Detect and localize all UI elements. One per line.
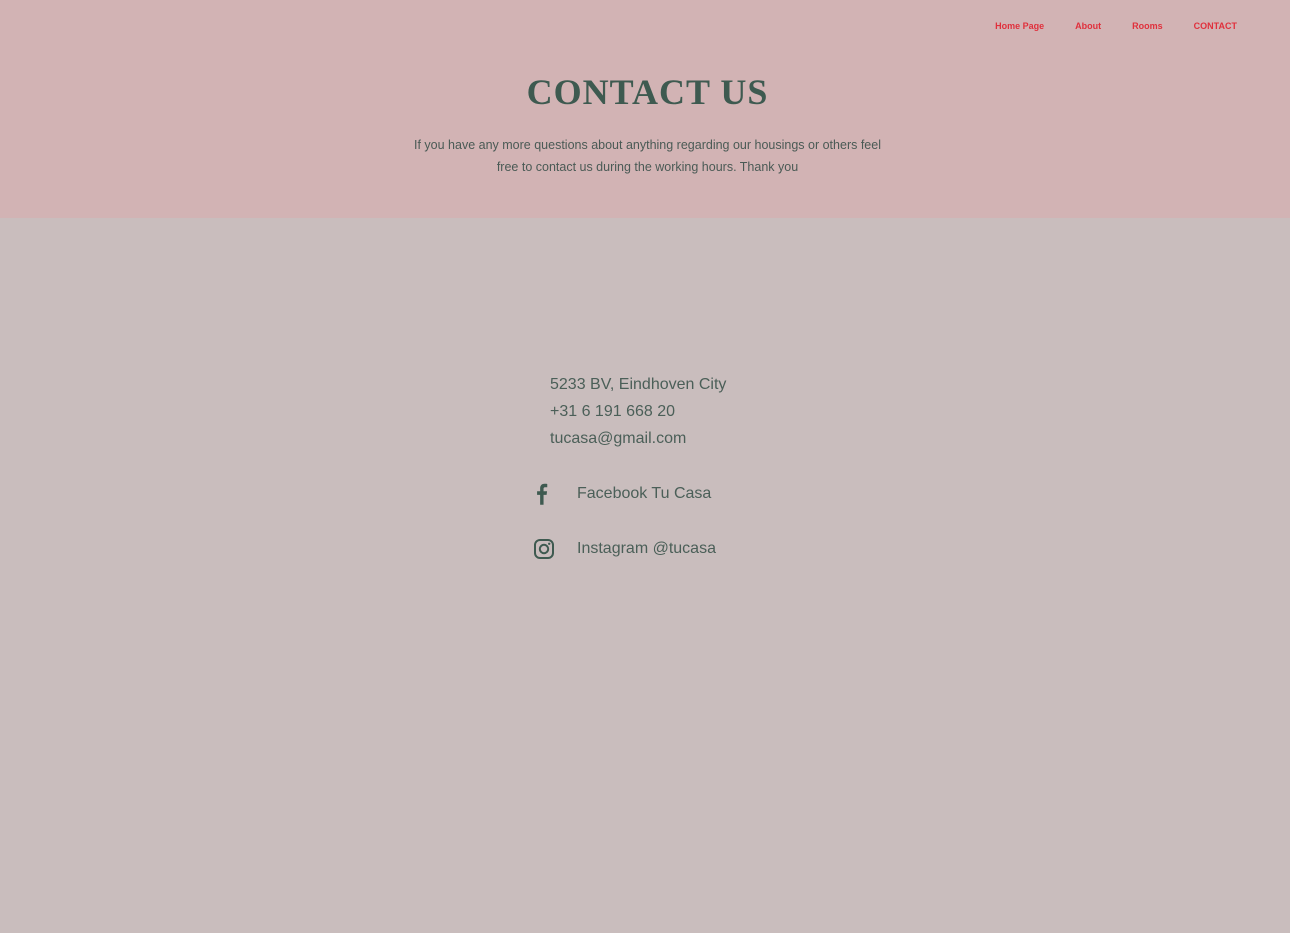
nav-link-contact[interactable]: CONTACT [1194, 20, 1237, 32]
subtitle-line-1: If you have any more questions about any… [414, 138, 881, 152]
facebook-icon [532, 482, 556, 506]
contact-phone: +31 6 191 668 20 [550, 403, 676, 420]
nav-link-home[interactable]: Home Page [995, 20, 1044, 32]
contact-email: tucasa@gmail.com [550, 430, 687, 447]
facebook-link[interactable]: Facebook Tu Casa [532, 482, 711, 506]
instagram-label: Instagram @tucasa [577, 540, 716, 557]
nav-link-about[interactable]: About [1075, 20, 1101, 32]
contact-address: 5233 BV, Eindhoven City [550, 376, 727, 393]
instagram-icon [532, 537, 556, 561]
subtitle-line-2: free to contact us during the working ho… [496, 160, 799, 174]
page-title: CONTACT US [526, 72, 769, 112]
contact-details: 5233 BV, Eindhoven City +31 6 191 668 20… [550, 371, 726, 452]
hero-section: Home Page About Rooms CONTACT CONTACT US… [0, 0, 1290, 218]
nav-link-rooms[interactable]: Rooms [1132, 20, 1163, 32]
top-nav: Home Page About Rooms CONTACT [964, 20, 1237, 32]
instagram-link[interactable]: Instagram @tucasa [532, 537, 716, 561]
facebook-label: Facebook Tu Casa [577, 485, 712, 502]
page-subtitle: If you have any more questions about any… [400, 134, 895, 178]
